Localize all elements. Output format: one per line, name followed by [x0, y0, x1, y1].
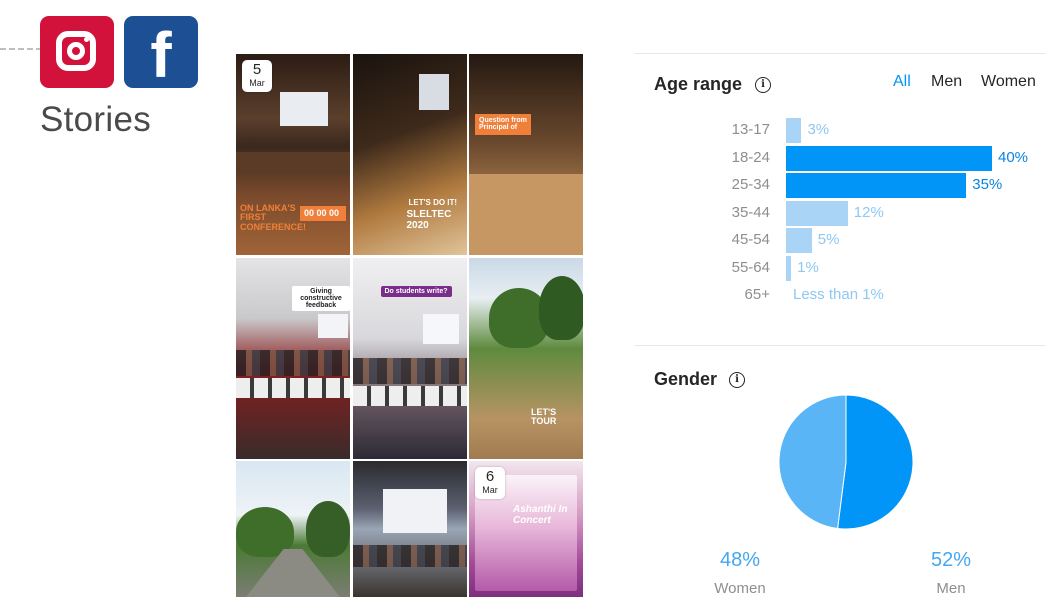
- instagram-icon: [40, 16, 114, 88]
- age-value-35-44: 12%: [853, 203, 884, 221]
- story-caption: Question from Principal of: [475, 114, 531, 135]
- story-caption: Giving constructive feedback: [292, 285, 350, 311]
- story-tile-6[interactable]: LET'S TOUR: [469, 257, 583, 459]
- divider: [635, 345, 1045, 346]
- story-tile-3[interactable]: Question from Principal of: [469, 54, 583, 255]
- tab-men[interactable]: Men: [931, 73, 962, 91]
- age-value-25-34: 35%: [972, 176, 1003, 193]
- story-caption: SLELTEC 2020: [406, 209, 452, 231]
- story-tile-9[interactable]: Ashanthi In Concert 6 Mar: [469, 461, 583, 597]
- age-value-65+: Less than 1%: [793, 286, 884, 303]
- age-label-65+: 65+: [744, 286, 770, 303]
- age-label-13-17: 13-17: [731, 121, 770, 138]
- men-percentage: 52%: [930, 549, 972, 571]
- story-caption: ON LANKA'S FIRST CONFERENCE!: [240, 203, 307, 232]
- info-icon[interactable]: i: [755, 77, 771, 93]
- dashed-connector-line: [0, 48, 42, 50]
- age-range-title: Age range: [654, 74, 743, 94]
- age-bar-35-44: [786, 200, 848, 226]
- tab-women[interactable]: Women: [981, 73, 1036, 91]
- age-label-35-44: 35-44: [731, 203, 770, 221]
- pie-slice-women: [778, 394, 847, 530]
- story-sticker: 00 00 00: [300, 206, 346, 222]
- story-tile-8[interactable]: [352, 461, 467, 597]
- story-tile-7[interactable]: [236, 461, 350, 597]
- age-label-45-54: 45-54: [731, 231, 770, 248]
- age-bar-13-17: [786, 118, 802, 143]
- story-tile-4[interactable]: Giving constructive feedback: [236, 257, 350, 459]
- age-value-45-54: 5%: [817, 231, 840, 248]
- age-value-18-24: 40%: [998, 148, 1029, 166]
- story-tile-2[interactable]: LET'S DO IT! SLELTEC 2020: [352, 54, 467, 255]
- age-value-13-17: 3%: [807, 121, 830, 138]
- stories-grid: ON LANKA'S FIRST CONFERENCE! 00 00 00 5 …: [236, 54, 583, 597]
- date-month: Mar: [249, 78, 265, 88]
- tab-all[interactable]: All: [893, 73, 911, 91]
- age-bar-45-54: [786, 228, 812, 253]
- facebook-icon: f: [124, 16, 198, 88]
- date-badge: 5 Mar: [242, 60, 272, 92]
- story-tile-1[interactable]: ON LANKA'S FIRST CONFERENCE! 00 00 00 5 …: [236, 54, 350, 255]
- story-caption: LET'S TOUR: [531, 406, 557, 426]
- age-value-55-64: 1%: [797, 258, 819, 276]
- women-percentage: 48%: [719, 549, 761, 571]
- age-bar-25-34: [786, 173, 967, 198]
- age-label-18-24: 18-24: [731, 148, 770, 166]
- date-badge: 6 Mar: [475, 467, 505, 499]
- story-sticker-text: LET'S DO IT!: [408, 198, 458, 207]
- date-month: Mar: [482, 485, 498, 495]
- gender-pie-chart: [777, 393, 915, 531]
- gender-title: Gender: [654, 369, 718, 389]
- age-label-55-64: 55-64: [731, 258, 770, 276]
- info-icon[interactable]: i: [729, 372, 745, 388]
- stories-title: Stories: [40, 100, 152, 139]
- age-bar-55-64: [786, 255, 792, 281]
- women-label: Women: [714, 580, 766, 597]
- story-caption: Ashanthi In Concert: [513, 504, 568, 526]
- age-label-25-34: 25-34: [731, 176, 770, 193]
- men-label: Men: [936, 580, 966, 597]
- story-tile-5[interactable]: Do students write?: [352, 257, 467, 459]
- pie-slice-men: [837, 394, 914, 530]
- age-bar-18-24: [786, 145, 992, 171]
- date-day: 5: [252, 61, 262, 78]
- story-caption: Do students write?: [380, 285, 452, 297]
- divider: [635, 53, 1045, 54]
- date-day: 6: [485, 468, 495, 485]
